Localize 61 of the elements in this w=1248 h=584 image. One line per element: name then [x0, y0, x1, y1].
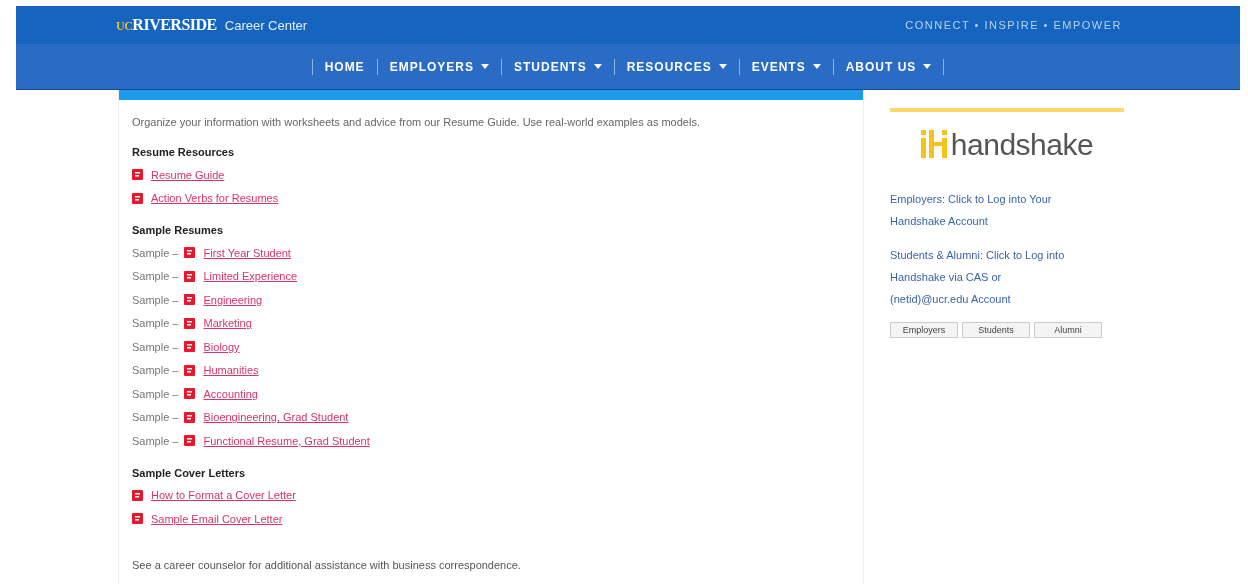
pdf-icon [184, 270, 196, 282]
sample-label: Sample – [132, 411, 179, 424]
document-link[interactable]: Limited Experience [203, 270, 298, 283]
pdf-icon [132, 489, 143, 501]
pdf-icon [184, 364, 196, 376]
sample-label: Sample – [132, 246, 179, 259]
sample-label: Sample – [132, 340, 179, 353]
section-heading: Sample Cover Letters [132, 466, 247, 479]
document-link[interactable]: Marketing [203, 317, 252, 330]
intro-text: Organize your information with worksheets and advice from our Resume Guide. Use real-world examples as models. [132, 116, 701, 128]
document-link[interactable]: First Year Student [203, 246, 291, 259]
caret-icon [481, 64, 489, 69]
document-link[interactable]: Engineering [203, 293, 263, 306]
pdf-icon [184, 341, 196, 353]
nav-item[interactable]: EMPLOYERS [389, 59, 489, 74]
sample-label: Sample – [132, 270, 179, 283]
tagline: CONNECT • INSPIRE • EMPOWER [905, 19, 1122, 31]
pdf-icon [184, 435, 196, 447]
login-link[interactable]: Students & Alumni: Click to Log into Handshake via CAS or (netid)@ucr.edu Account [890, 244, 1080, 310]
document-link[interactable]: Bioengineering, Grad Student [203, 411, 349, 424]
sample-label: Sample – [132, 434, 179, 447]
document-link[interactable]: Humanities [203, 364, 259, 377]
sample-label: Sample – [132, 387, 179, 400]
pdf-icon [132, 513, 143, 525]
pdf-icon [184, 247, 196, 259]
footer-note: See a career counselor for additional assistance with business correspondence. [132, 558, 522, 571]
document-link[interactable]: Functional Resume, Grad Student [203, 434, 370, 447]
document-link[interactable]: Action Verbs for Resumes [151, 192, 279, 205]
caret-icon [593, 64, 602, 69]
document-link[interactable]: How to Format a Cover Letter [151, 489, 296, 502]
caret-icon [923, 64, 932, 69]
nav-item[interactable]: EVENTS [751, 59, 821, 74]
logo-mark-icon [920, 130, 947, 158]
caret-icon [812, 64, 821, 69]
caret-icon [718, 64, 727, 69]
sample-label: Sample – [132, 293, 179, 306]
nav-item[interactable]: ABOUT US [845, 59, 932, 74]
pdf-icon [132, 192, 143, 204]
university-logo[interactable]: UCRIVERSIDE [116, 16, 217, 34]
document-link[interactable]: Biology [203, 340, 240, 353]
handshake-logo[interactable]: handshake [890, 130, 1124, 158]
pdf-icon [184, 411, 196, 423]
pdf-icon [132, 169, 143, 181]
nav-item[interactable]: RESOURCES [626, 59, 727, 74]
pdf-icon [184, 388, 196, 400]
login-link[interactable]: Employers: Click to Log into Your Handshake Account [890, 188, 1080, 232]
document-link[interactable]: Sample Email Cover Letter [151, 512, 283, 525]
sample-label: Sample – [132, 317, 179, 330]
nav-item[interactable]: HOME [324, 59, 365, 74]
login-button[interactable]: Students [962, 322, 1030, 338]
login-button[interactable]: Alumni [1034, 322, 1102, 338]
pdf-icon [184, 294, 196, 306]
site-name: Career Center [224, 18, 308, 33]
login-button[interactable]: Employers [890, 322, 958, 338]
document-link[interactable]: Accounting [203, 387, 258, 400]
nav-item[interactable]: STUDENTS [514, 59, 602, 74]
pdf-icon [184, 317, 196, 329]
section-heading: Sample Resumes [132, 224, 225, 236]
document-link[interactable]: Resume Guide [151, 168, 225, 181]
section-heading: Resume Resources [132, 146, 236, 158]
sample-label: Sample – [132, 364, 179, 377]
